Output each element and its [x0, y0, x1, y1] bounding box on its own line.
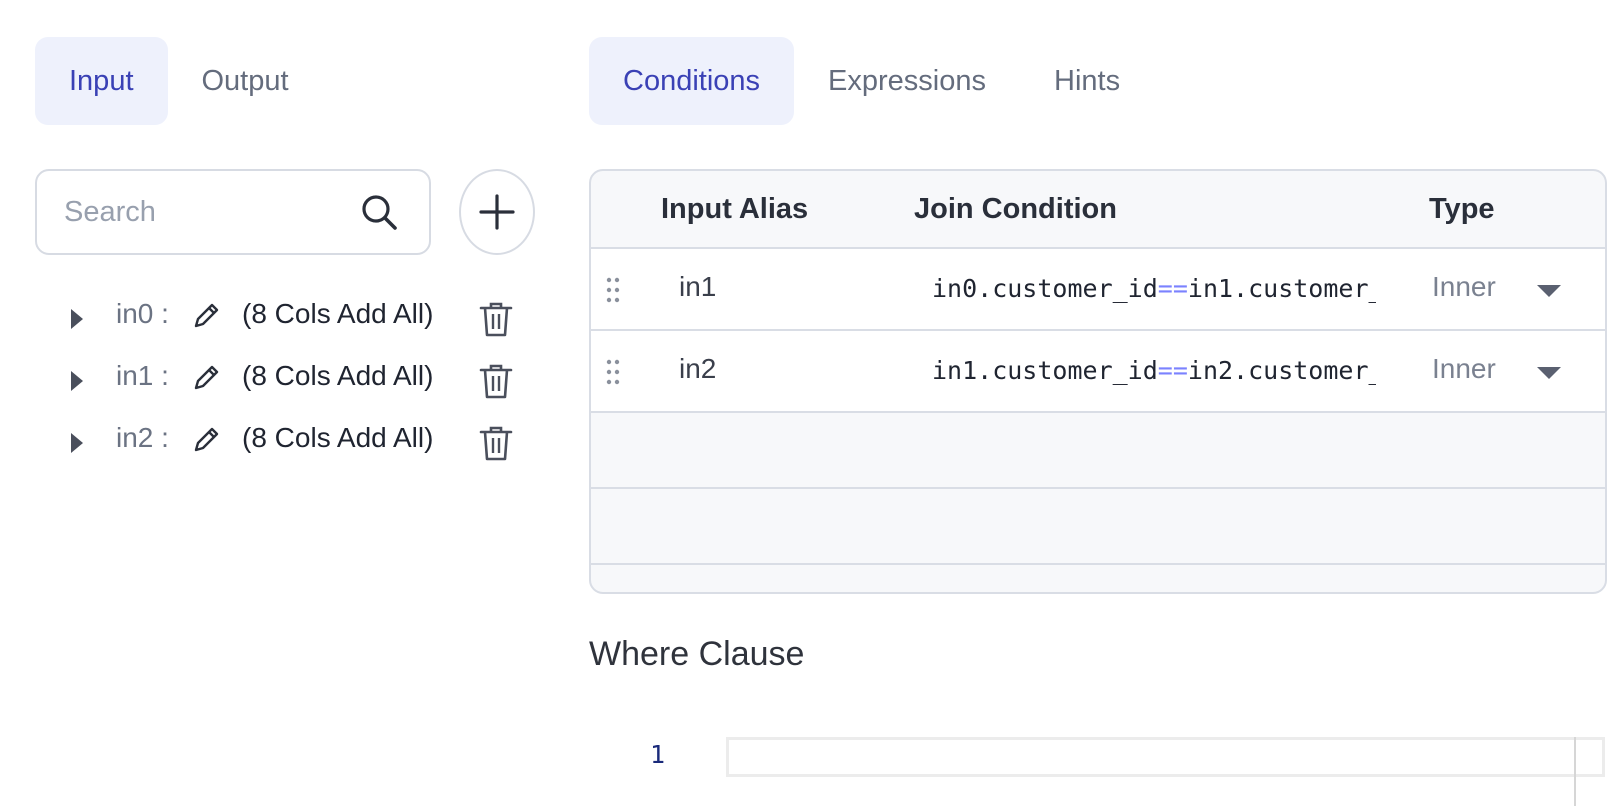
tree-item-in1: in1 : (8 Cols Add All) [60, 350, 530, 412]
add-all-cols-link[interactable]: (8 Cols Add All) [242, 298, 433, 330]
tree-item-in2: in2 : (8 Cols Add All) [60, 412, 530, 474]
input-alias-label: in2 : [116, 422, 169, 453]
conditions-table: Input Alias Join Condition Type in1 in0.… [589, 169, 1607, 594]
row-join-condition[interactable]: in1.customer_id==in2.customer_id [932, 356, 1376, 385]
row-join-condition[interactable]: in0.customer_id==in1.customer_id [932, 274, 1376, 303]
add-all-cols-link[interactable]: (8 Cols Add All) [242, 422, 433, 454]
pencil-icon[interactable] [190, 424, 222, 456]
tab-expressions[interactable]: Expressions [794, 37, 1020, 125]
pencil-icon[interactable] [190, 362, 222, 394]
input-alias-label: in0 : [116, 298, 169, 329]
condition-right: in1.customer_id [1187, 274, 1376, 303]
left-tab-bar: Input Output [35, 37, 323, 125]
row-join-type[interactable]: Inner [1432, 271, 1496, 303]
where-clause-editor[interactable] [726, 737, 1605, 777]
header-join-condition: Join Condition [914, 193, 1117, 225]
tab-hints[interactable]: Hints [1020, 37, 1154, 125]
header-input-alias: Input Alias [661, 193, 809, 225]
empty-table-row[interactable] [591, 489, 1605, 565]
input-tree: in0 : (8 Cols Add All) in1 : (8 Cols Add… [60, 288, 530, 474]
row-join-type[interactable]: Inner [1432, 353, 1496, 385]
drag-handle-icon[interactable] [605, 276, 621, 304]
where-clause-title: Where Clause [589, 635, 805, 673]
header-type: Type [1429, 193, 1495, 225]
pencil-icon[interactable] [190, 300, 222, 332]
trash-icon[interactable] [478, 424, 514, 462]
search-box [35, 169, 431, 255]
empty-table-row[interactable] [591, 413, 1605, 489]
table-row: in1 in0.customer_id==in1.customer_id Inn… [591, 249, 1605, 331]
tab-input[interactable]: Input [35, 37, 168, 125]
condition-operator: == [1157, 274, 1188, 303]
search-icon[interactable] [359, 192, 399, 232]
row-input-alias[interactable]: in1 [679, 271, 716, 303]
table-header: Input Alias Join Condition Type [591, 171, 1605, 249]
add-all-cols-link[interactable]: (8 Cols Add All) [242, 360, 433, 392]
trash-icon[interactable] [478, 362, 514, 400]
trash-icon[interactable] [478, 300, 514, 338]
condition-right: in2.customer_id [1187, 356, 1376, 385]
condition-left: in1.customer_id [932, 356, 1158, 385]
tree-item-in0: in0 : (8 Cols Add All) [60, 288, 530, 350]
add-input-button[interactable] [459, 169, 535, 255]
plus-icon [479, 194, 515, 230]
caret-right-icon[interactable] [68, 306, 86, 332]
tab-output[interactable]: Output [168, 37, 323, 125]
right-tab-bar: Conditions Expressions Hints [589, 37, 1154, 125]
editor-line-number: 1 [650, 740, 666, 769]
input-alias-label: in1 : [116, 360, 169, 391]
drag-handle-icon[interactable] [605, 358, 621, 386]
chevron-down-icon[interactable] [1536, 283, 1562, 299]
tab-conditions[interactable]: Conditions [589, 37, 795, 125]
condition-left: in0.customer_id [932, 274, 1158, 303]
table-row: in2 in1.customer_id==in2.customer_id Inn… [591, 331, 1605, 413]
caret-right-icon[interactable] [68, 368, 86, 394]
condition-operator: == [1157, 356, 1188, 385]
row-input-alias[interactable]: in2 [679, 353, 716, 385]
search-input[interactable] [37, 194, 359, 230]
caret-right-icon[interactable] [68, 430, 86, 456]
editor-scrollbar[interactable] [1574, 737, 1576, 806]
chevron-down-icon[interactable] [1536, 365, 1562, 381]
